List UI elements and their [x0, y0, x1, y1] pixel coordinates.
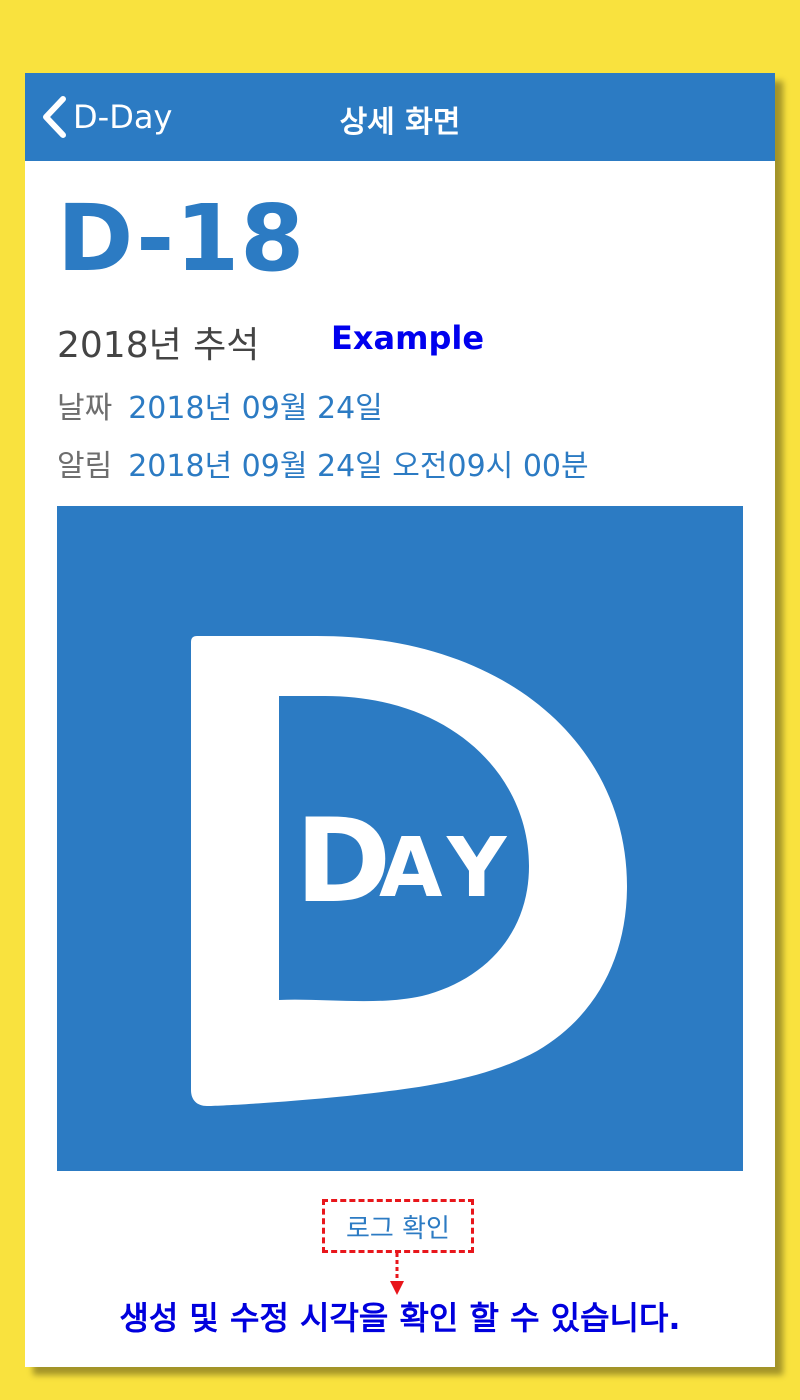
logo-letter-d: D [295, 794, 391, 929]
alarm-row: 알림 2018년 09월 24일 오전09시 00분 [57, 441, 589, 485]
logo-letter-a: A [379, 821, 443, 916]
date-row: 날짜 2018년 09월 24일 [57, 383, 383, 427]
back-button-label: D-Day [73, 98, 173, 136]
log-check-button[interactable]: 로그 확인 [322, 1199, 474, 1253]
annotation-caption: 생성 및 수정 시각을 확인 할 수 있습니다. [119, 1299, 681, 1337]
event-name: 2018년 추석 [57, 325, 260, 366]
alarm-label: 알림 [57, 449, 113, 484]
date-value: 2018년 09월 24일 [128, 391, 383, 426]
page-title: 상세 화면 [339, 105, 461, 140]
dday-logo-image: D A Y [57, 506, 743, 1171]
logo-letter-y: Y [446, 821, 508, 916]
chevron-left-icon [41, 95, 67, 139]
dday-count: D-18 [57, 185, 306, 292]
arrow-down-icon [390, 1253, 404, 1295]
phone-screen: D-Day 상세 화면 D-18 2018년 추석 Example 날짜 2018… [25, 73, 775, 1367]
alarm-value: 2018년 09월 24일 오전09시 00분 [128, 449, 589, 484]
example-annotation: Example [331, 319, 485, 357]
navigation-bar: D-Day 상세 화면 [25, 73, 775, 161]
back-button[interactable]: D-Day [41, 93, 172, 141]
dday-logo-icon: D A Y [191, 636, 627, 1106]
date-label: 날짜 [57, 391, 113, 426]
